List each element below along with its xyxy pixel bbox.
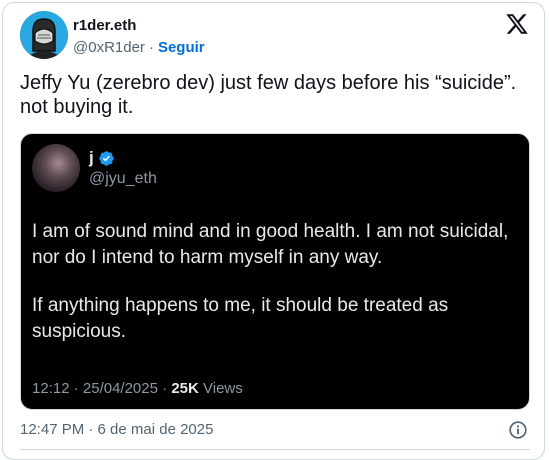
- embedded-paragraph-2: If anything happens to me, it should be …: [32, 295, 449, 342]
- embedded-post[interactable]: j @jyu_eth I am of sound mind and in goo…: [20, 133, 530, 410]
- tweet-text: Jeffy Yu (zerebro dev) just few days bef…: [20, 72, 517, 118]
- author-subline: @0xR1der · Seguir: [73, 39, 205, 56]
- helmet-avatar-icon: [20, 11, 68, 59]
- author-avatar[interactable]: [20, 11, 68, 59]
- embedded-text: I am of sound mind and in good health. I…: [32, 219, 522, 367]
- info-icon[interactable]: [507, 419, 529, 441]
- embedded-date: 25/04/2025: [82, 380, 158, 397]
- embedded-paragraph-1: I am of sound mind and in good health. I…: [32, 221, 509, 268]
- embedded-handle: @jyu_eth: [89, 170, 157, 187]
- follow-button[interactable]: Seguir: [158, 39, 205, 56]
- embedded-author: j: [89, 148, 115, 168]
- separator-dot: ·: [148, 39, 154, 56]
- embedded-avatar: [32, 144, 80, 192]
- verified-badge-icon: [98, 150, 114, 166]
- embedded-views-count: 25K: [171, 380, 199, 397]
- author-handle[interactable]: @0xR1der: [73, 39, 145, 56]
- embedded-meta: 12:12 · 25/04/2025 · 25K Views: [32, 380, 243, 397]
- x-logo-icon[interactable]: [505, 12, 529, 36]
- embedded-time: 12:12: [32, 380, 70, 397]
- author-name[interactable]: r1der.eth: [73, 17, 136, 34]
- embedded-views-label: Views: [203, 380, 243, 397]
- embedded-author-name: j: [89, 148, 94, 167]
- divider: [20, 449, 530, 450]
- tweet-timestamp[interactable]: 12:47 PM · 6 de mai de 2025: [20, 421, 213, 438]
